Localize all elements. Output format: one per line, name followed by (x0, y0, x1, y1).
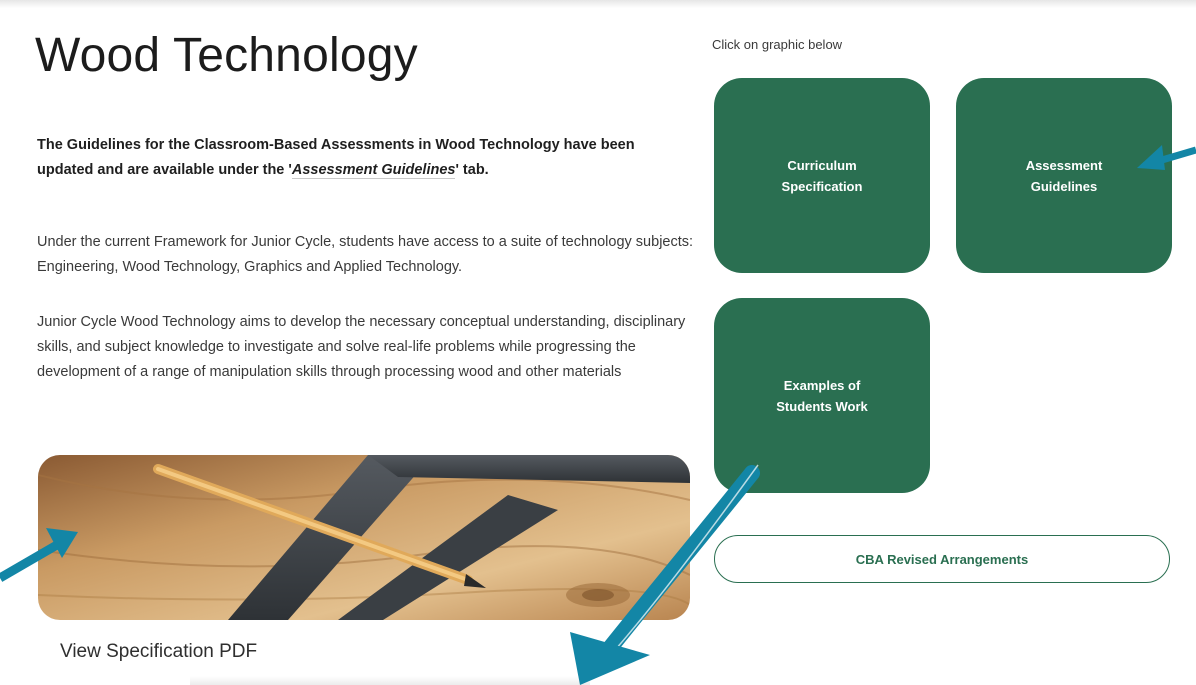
page-title: Wood Technology (35, 29, 418, 82)
click-hint: Click on graphic below (712, 37, 843, 52)
examples-of-students-work-tile[interactable]: Examples of Students Work (714, 298, 930, 493)
top-edge-shadow (0, 0, 1196, 8)
framework-paragraph: Under the current Framework for Junior C… (37, 234, 694, 275)
intro-notice: The Guidelines for the Classroom-Based A… (37, 133, 687, 183)
cba-revised-arrangements-button[interactable]: CBA Revised Arrangements (714, 535, 1170, 583)
woodworking-tools-image[interactable] (38, 455, 690, 620)
view-specification-pdf-link[interactable]: View Specification PDF (60, 641, 257, 663)
curriculum-specification-tile[interactable]: Curriculum Specification (714, 78, 930, 273)
page: Wood Technology The Guidelines for the C… (0, 0, 1196, 685)
aims-paragraph: Junior Cycle Wood Technology aims to dev… (37, 314, 686, 380)
tools-image-svg (38, 455, 690, 620)
intro-suffix: ' tab. (455, 162, 489, 178)
bottom-scroll-shadow (190, 676, 590, 685)
assessment-guidelines-tile[interactable]: Assessment Guidelines (956, 78, 1172, 273)
assessment-guidelines-reference: Assessment Guidelines (291, 162, 456, 179)
